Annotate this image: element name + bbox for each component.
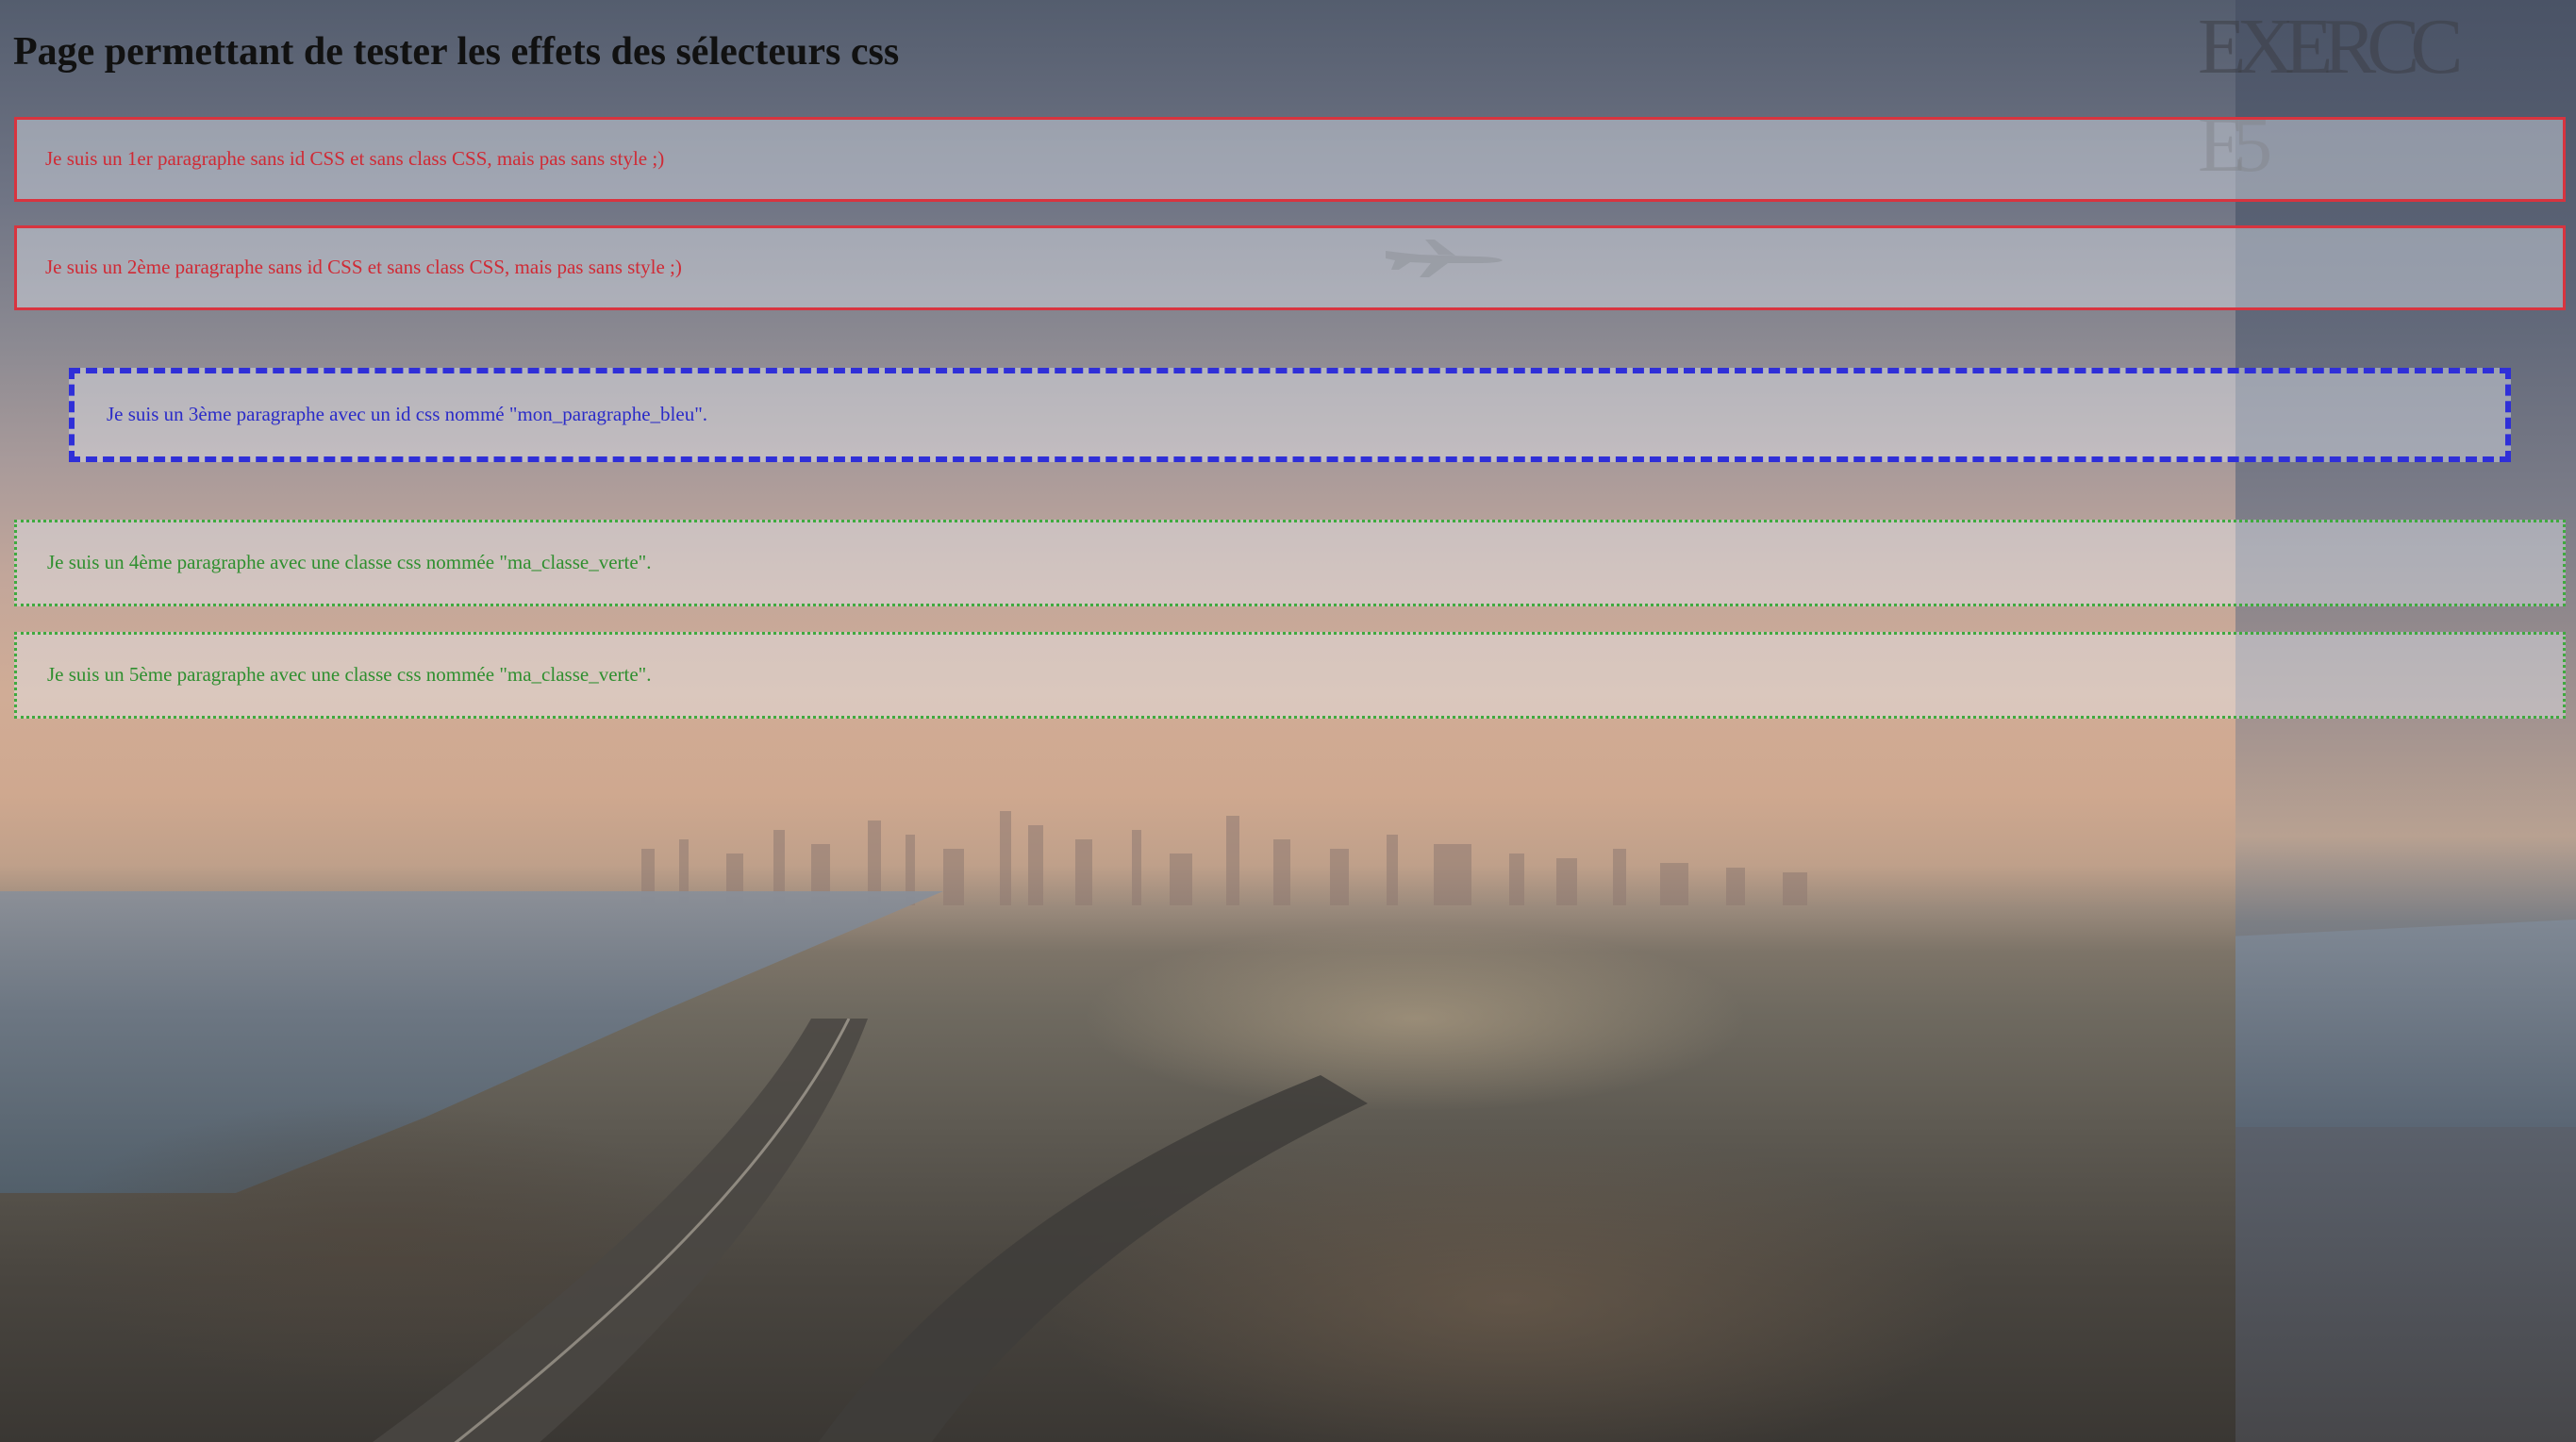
- paragraph-3-text: Je suis un 3ème paragraphe avec un id cs…: [107, 403, 708, 426]
- watermark-text: EXERCC: [2198, 3, 2463, 91]
- paragraph-2-text: Je suis un 2ème paragraphe sans id CSS e…: [45, 256, 682, 279]
- page-title: Page permettant de tester les effets des…: [13, 30, 900, 74]
- background-photo: [0, 0, 2576, 1442]
- paragraph-4-text: Je suis un 4ème paragraphe avec une clas…: [47, 551, 652, 574]
- paragraph-1: Je suis un 1er paragraphe sans id CSS et…: [14, 117, 2566, 202]
- paragraph-1-text: Je suis un 1er paragraphe sans id CSS et…: [45, 147, 665, 171]
- paragraph-2: Je suis un 2ème paragraphe sans id CSS e…: [14, 225, 2566, 310]
- background-right-panel: [2235, 0, 2576, 1442]
- paragraph-blue: Je suis un 3ème paragraphe avec un id cs…: [69, 368, 2511, 462]
- paragraph-green-2: Je suis un 5ème paragraphe avec une clas…: [14, 632, 2566, 719]
- paragraph-5-text: Je suis un 5ème paragraphe avec une clas…: [47, 663, 652, 687]
- background-right-water: [2235, 920, 2576, 1127]
- paragraph-green-1: Je suis un 4ème paragraphe avec une clas…: [14, 520, 2566, 606]
- background-skyline: [641, 811, 1807, 905]
- background-highway: [373, 1019, 1368, 1442]
